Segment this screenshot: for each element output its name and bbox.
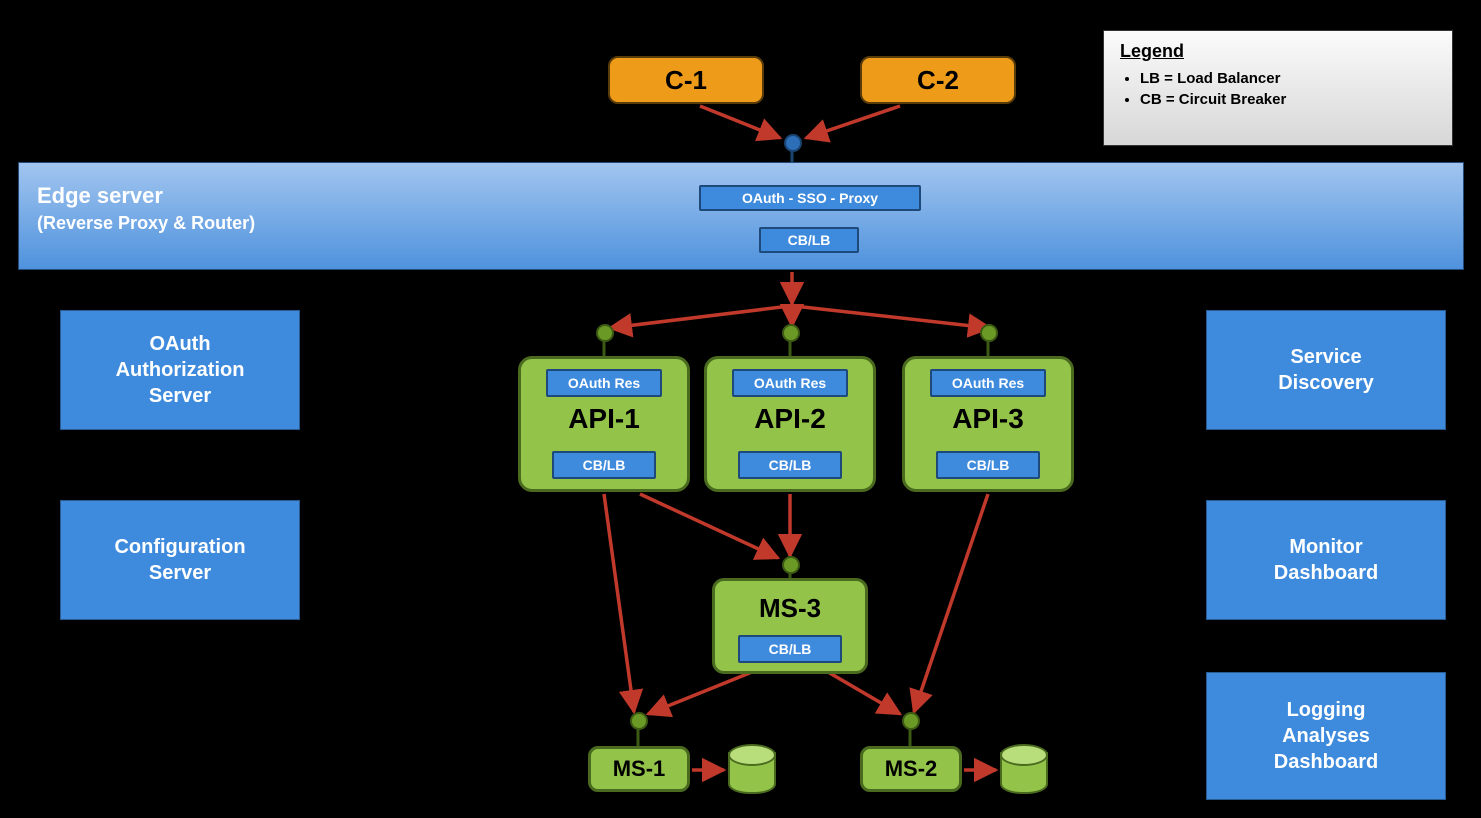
- legend-item: CB = Circuit Breaker: [1140, 91, 1436, 108]
- pill-label: CB/LB: [788, 232, 831, 248]
- logging-analyses-dashboard: Logging Analyses Dashboard: [1206, 672, 1446, 800]
- sidebox-label: Monitor Dashboard: [1274, 534, 1378, 586]
- api-1: OAuth Res API-1 CB/LB: [518, 356, 690, 492]
- ms-label: MS-3: [715, 593, 865, 624]
- edge-title: Edge server: [37, 183, 163, 209]
- edge-subtitle: (Reverse Proxy & Router): [37, 213, 255, 234]
- api3-dot: [980, 324, 998, 342]
- sidebox-label: Service Discovery: [1278, 344, 1374, 396]
- legend-list: LB = Load Balancer CB = Circuit Breaker: [1120, 70, 1436, 108]
- pill-label: CB/LB: [769, 641, 812, 657]
- oauth-sso-proxy-pill: OAuth - SSO - Proxy: [699, 185, 921, 211]
- pill-label: OAuth Res: [754, 375, 826, 391]
- cblb-pill: CB/LB: [936, 451, 1040, 479]
- pill-label: CB/LB: [967, 457, 1010, 473]
- legend-item: LB = Load Balancer: [1140, 70, 1436, 87]
- sidebox-label: Configuration Server: [114, 534, 245, 586]
- diagram-stage: Legend LB = Load Balancer CB = Circuit B…: [0, 0, 1481, 818]
- cblb-pill: CB/LB: [738, 451, 842, 479]
- pill-label: OAuth Res: [568, 375, 640, 391]
- ms3-dot: [782, 556, 800, 574]
- legend-panel: Legend LB = Load Balancer CB = Circuit B…: [1103, 30, 1453, 146]
- db-2: [1000, 744, 1044, 796]
- oauth-res-pill: OAuth Res: [930, 369, 1046, 397]
- ms-3: MS-3 CB/LB: [712, 578, 868, 674]
- api-3: OAuth Res API-3 CB/LB: [902, 356, 1074, 492]
- api2-dot: [782, 324, 800, 342]
- api-label: API-3: [905, 403, 1071, 435]
- service-discovery: Service Discovery: [1206, 310, 1446, 430]
- client-label: C-1: [665, 65, 707, 96]
- pill-label: OAuth Res: [952, 375, 1024, 391]
- monitor-dashboard: Monitor Dashboard: [1206, 500, 1446, 620]
- pill-label: CB/LB: [583, 457, 626, 473]
- db-1: [728, 744, 772, 796]
- api-label: API-2: [707, 403, 873, 435]
- configuration-server: Configuration Server: [60, 500, 300, 620]
- api1-dot: [596, 324, 614, 342]
- api-2: OAuth Res API-2 CB/LB: [704, 356, 876, 492]
- ms-2: MS-2: [860, 746, 962, 792]
- legend-title: Legend: [1120, 41, 1436, 62]
- oauth-res-pill: OAuth Res: [546, 369, 662, 397]
- ms1-dot: [630, 712, 648, 730]
- sidebox-label: Logging Analyses Dashboard: [1274, 697, 1378, 775]
- client-c1: C-1: [608, 56, 764, 104]
- oauth-res-pill: OAuth Res: [732, 369, 848, 397]
- pill-label: CB/LB: [769, 457, 812, 473]
- ms2-dot: [902, 712, 920, 730]
- ms-label: MS-2: [885, 756, 938, 782]
- edge-cblb-pill: CB/LB: [759, 227, 859, 253]
- oauth-authorization-server: OAuth Authorization Server: [60, 310, 300, 430]
- cblb-pill: CB/LB: [738, 635, 842, 663]
- ms-label: MS-1: [613, 756, 666, 782]
- ms-1: MS-1: [588, 746, 690, 792]
- api-label: API-1: [521, 403, 687, 435]
- edge-entry-dot: [784, 134, 802, 152]
- edge-server: Edge server (Reverse Proxy & Router) OAu…: [18, 162, 1464, 270]
- client-label: C-2: [917, 65, 959, 96]
- client-c2: C-2: [860, 56, 1016, 104]
- sidebox-label: OAuth Authorization Server: [116, 331, 245, 409]
- cblb-pill: CB/LB: [552, 451, 656, 479]
- pill-label: OAuth - SSO - Proxy: [742, 190, 878, 206]
